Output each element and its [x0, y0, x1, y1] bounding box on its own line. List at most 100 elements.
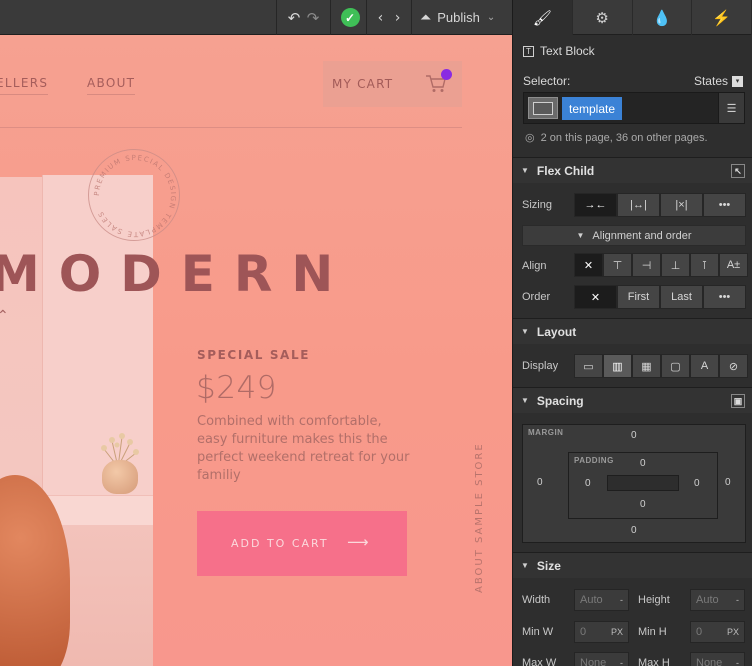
vase-illustration [102, 460, 138, 494]
align-stretch-button[interactable]: ⊺ [690, 253, 719, 277]
section-spacing[interactable]: ▼ Spacing ▣ [513, 387, 752, 413]
margin-top-value[interactable]: 0 [631, 430, 637, 441]
section-flex-child[interactable]: ▼ Flex Child ↖ [513, 157, 752, 183]
element-thumbnail [528, 97, 558, 119]
max-height-value: None [696, 657, 723, 666]
align-center-button[interactable]: ⊣ [632, 253, 661, 277]
sizing-buttons: →← |↔| |×| ••• [574, 193, 746, 217]
my-cart-button[interactable]: MY CART [323, 61, 462, 107]
nav-link-sellers[interactable]: ELLERS [0, 76, 49, 95]
section-size[interactable]: ▼ Size [513, 552, 752, 578]
selector-options-button[interactable]: ☰ [718, 93, 744, 123]
display-inline-block-button[interactable]: ▢ [661, 354, 690, 378]
product-description[interactable]: Combined with comfortable, easy furnitur… [197, 413, 412, 485]
drops-icon: 💧 [652, 9, 672, 27]
collapse-triangle-icon: ▼ [521, 561, 529, 570]
order-more-button[interactable]: ••• [703, 285, 746, 309]
collapse-triangle-icon: ▼ [521, 396, 529, 405]
toolbar-divider [330, 0, 331, 35]
vertical-store-label[interactable]: ABOUT SAMPLE STORE [474, 423, 492, 593]
usage-count: ◎ 2 on this page, 36 on other pages. [525, 131, 752, 145]
display-flex-button[interactable]: ▥ [603, 354, 632, 378]
alignment-order-toggle[interactable]: ▼ Alignment and order [522, 225, 746, 246]
add-to-cart-button[interactable]: ADD TO CART ⟶ [197, 511, 407, 576]
unit-dash: - [736, 595, 739, 605]
tab-settings[interactable]: ⚙ [573, 0, 633, 35]
content-box [607, 475, 679, 491]
display-inline-button[interactable]: A [690, 354, 719, 378]
unit-dash: - [620, 595, 623, 605]
width-input[interactable]: Auto - [574, 589, 629, 611]
redo-icon[interactable]: ↷ [303, 0, 323, 35]
min-width-value: 0 [580, 626, 587, 638]
min-height-label: Min H [638, 626, 667, 638]
expand-arrow-icon[interactable]: ↖ [731, 164, 745, 178]
display-block-button[interactable]: ▭ [574, 354, 603, 378]
order-first-button[interactable]: First [617, 285, 660, 309]
padding-right-value[interactable]: 0 [694, 478, 700, 489]
circular-stamp-logo: PREMIUM SPECIAL DESIGN TEMPLATE SALES [88, 149, 180, 241]
display-grid-button[interactable]: ▦ [632, 354, 661, 378]
spacing-preset-icon[interactable]: ▣ [731, 394, 745, 408]
list-icon: ☰ [726, 102, 737, 115]
price-text[interactable]: $249 [196, 370, 277, 406]
padding-top-value[interactable]: 0 [640, 458, 646, 469]
max-height-label: Max H [638, 657, 670, 666]
order-none-button[interactable]: ✕ [574, 285, 617, 309]
max-width-value: None [580, 657, 607, 666]
align-end-button[interactable]: ⊥ [661, 253, 690, 277]
margin-left-value[interactable]: 0 [537, 477, 543, 488]
section-title: Size [536, 558, 561, 573]
padding-box[interactable]: PADDING 0 0 0 0 [568, 452, 718, 519]
stamp-text: PREMIUM SPECIAL DESIGN TEMPLATE SALES [93, 154, 176, 238]
save-status-button[interactable]: ✓ [339, 0, 361, 35]
svg-text:PREMIUM SPECIAL DESIGN TEMPLAT: PREMIUM SPECIAL DESIGN TEMPLATE SALES [93, 154, 177, 238]
align-baseline-button[interactable]: A± [719, 253, 748, 277]
min-height-input[interactable]: 0 PX [690, 621, 745, 643]
height-input[interactable]: Auto - [690, 589, 745, 611]
publish-button[interactable]: ⏶ Publish ⌄ [420, 0, 512, 35]
margin-bottom-value[interactable]: 0 [631, 525, 637, 536]
element-type-label: Text Block [540, 44, 595, 58]
align-start-button[interactable]: ⊤ [603, 253, 632, 277]
section-title: Layout [536, 324, 577, 339]
states-dropdown[interactable]: States ▾ [694, 74, 743, 88]
max-height-input[interactable]: None - [690, 652, 745, 666]
sizing-more-button[interactable]: ••• [703, 193, 746, 217]
sale-label[interactable]: SPECIAL SALE [197, 348, 310, 362]
bolt-icon: ⚡ [712, 9, 731, 27]
sizing-shrink-button[interactable]: →← [574, 193, 617, 217]
undo-icon[interactable]: ↶ [284, 0, 304, 35]
width-label: Width [522, 594, 551, 606]
selector-field[interactable]: template ☰ [523, 92, 745, 124]
display-none-button[interactable]: ⊘ [719, 354, 748, 378]
hero-headline[interactable]: MODERN [0, 245, 352, 303]
triangle-down-icon: ▼ [576, 231, 585, 240]
padding-left-value[interactable]: 0 [585, 478, 591, 489]
sizing-none-button[interactable]: |×| [660, 193, 703, 217]
sizing-grow-button[interactable]: |↔| [617, 193, 660, 217]
max-width-label: Max W [522, 657, 557, 666]
toolbar-divider [366, 0, 367, 35]
code-export-button[interactable]: ‹ › [372, 0, 406, 35]
section-layout[interactable]: ▼ Layout [513, 318, 752, 344]
display-label: Display [522, 360, 559, 372]
tab-effects[interactable]: ⚡ [692, 0, 752, 35]
align-none-button[interactable]: ✕ [574, 253, 603, 277]
design-canvas[interactable]: ELLERS ABOUT MY CART PREMIUM SPECIAL DES… [0, 35, 512, 666]
section-title: Flex Child [536, 163, 595, 178]
padding-bottom-value[interactable]: 0 [640, 499, 646, 510]
margin-box[interactable]: MARGIN 0 0 0 0 PADDING 0 0 0 0 [522, 424, 746, 543]
min-width-input[interactable]: 0 PX [574, 621, 629, 643]
max-width-input[interactable]: None - [574, 652, 629, 666]
tab-style[interactable]: 🖌 [513, 0, 573, 35]
order-last-button[interactable]: Last [660, 285, 703, 309]
min-height-value: 0 [696, 626, 703, 638]
top-toolbar: ↶ ↷ ✓ ‹ › ⏶ Publish ⌄ [0, 0, 512, 35]
tab-interactions[interactable]: 💧 [633, 0, 693, 35]
nav-link-about[interactable]: ABOUT [87, 76, 136, 95]
align-buttons: ✕ ⊤ ⊣ ⊥ ⊺ A± [574, 253, 748, 277]
chevron-down-icon: ▾ [732, 75, 743, 87]
class-chip[interactable]: template [562, 97, 623, 120]
margin-right-value[interactable]: 0 [725, 477, 731, 488]
